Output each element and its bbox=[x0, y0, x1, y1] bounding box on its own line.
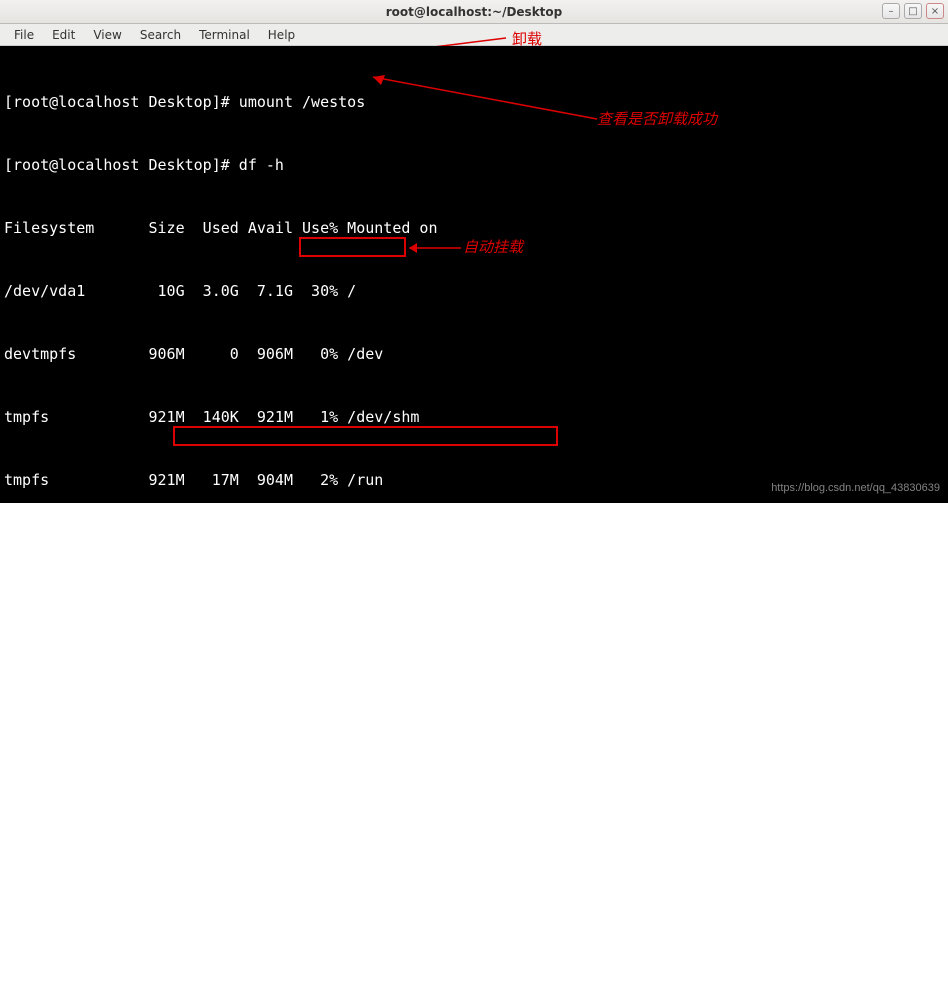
terminal-line: devtmpfs 906M 0 906M 0% /dev bbox=[4, 911, 942, 932]
terminal-line: /dev/sr0 3.6G 3.6G 0 100% /run/media/roo… bbox=[4, 596, 942, 617]
menubar: File Edit View Search Terminal Help 卸载 bbox=[0, 24, 948, 46]
annotation-auto-mount: 自动挂载 bbox=[463, 238, 523, 259]
terminal-area[interactable]: [root@localhost Desktop]# umount /westos… bbox=[0, 46, 948, 503]
terminal-line: [root@localhost Desktop]# umount /westos bbox=[4, 92, 942, 113]
menu-terminal[interactable]: Terminal bbox=[191, 26, 258, 44]
menu-view[interactable]: View bbox=[85, 26, 129, 44]
titlebar: root@localhost:~/Desktop – □ × bbox=[0, 0, 948, 24]
window-controls: – □ × bbox=[882, 3, 944, 19]
terminal-line: /dev/vda1 10G 3.0G 7.1G 30% / bbox=[4, 281, 942, 302]
terminal-line: /dev/vda1 10G 3.0G 7.1G 30% / bbox=[4, 848, 942, 869]
terminal-line: [root@localhost Desktop]# mount -a bbox=[4, 659, 942, 680]
close-button[interactable]: × bbox=[926, 3, 944, 19]
menu-search[interactable]: Search bbox=[132, 26, 189, 44]
maximize-button[interactable]: □ bbox=[904, 3, 922, 19]
annotation-check-unload: 查看是否卸载成功 bbox=[597, 110, 717, 131]
terminal-line: tmpfs 921M 0 921M 0% /sys/fs/cgroup bbox=[4, 533, 942, 554]
minimize-button[interactable]: – bbox=[882, 3, 900, 19]
redbox-mount-a bbox=[299, 237, 406, 257]
terminal-line: [root@localhost Desktop]# df -h bbox=[4, 722, 942, 743]
menu-edit[interactable]: Edit bbox=[44, 26, 83, 44]
terminal-line: Filesystem Size Used Avail Use% Mounted … bbox=[4, 218, 942, 239]
menu-file[interactable]: File bbox=[6, 26, 42, 44]
terminal-line: tmpfs 921M 140K 921M 1% /dev/shm bbox=[4, 974, 942, 995]
window-title: root@localhost:~/Desktop bbox=[0, 5, 948, 19]
annotation-arrow-automount bbox=[405, 238, 465, 256]
terminal-line: tmpfs 921M 140K 921M 1% /dev/shm bbox=[4, 407, 942, 428]
menu-help[interactable]: Help bbox=[260, 26, 303, 44]
terminal-line: devtmpfs 906M 0 906M 0% /dev bbox=[4, 344, 942, 365]
terminal-line: Filesystem Size Used Avail Use% Mounted … bbox=[4, 785, 942, 806]
terminal-line: [root@localhost Desktop]# df -h bbox=[4, 155, 942, 176]
redbox-westos-row bbox=[173, 426, 558, 446]
watermark: https://blog.csdn.net/qq_43830639 bbox=[771, 478, 940, 499]
